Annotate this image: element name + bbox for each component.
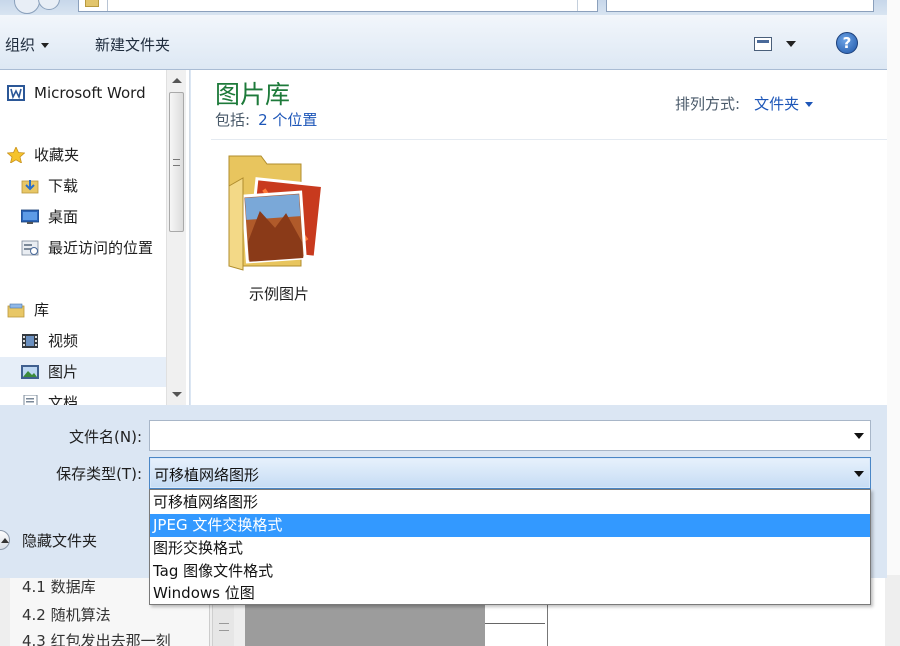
nav-item-recent-places[interactable]: 最近访问的位置	[0, 233, 166, 263]
chevron-down-icon[interactable]	[854, 433, 864, 439]
background-list-item[interactable]: 4.2 随机算法	[22, 603, 111, 627]
nav-item-libraries[interactable]: 库	[0, 295, 166, 325]
nav-item-label: 文档	[48, 394, 79, 405]
address-bar-strip	[0, 0, 887, 15]
arrange-label: 排列方式:	[675, 95, 741, 113]
nav-item-label: 最近访问的位置	[48, 239, 154, 257]
nav-item-videos[interactable]: 视频	[0, 326, 166, 356]
save-type-label: 保存类型(T):	[56, 465, 142, 483]
organize-label: 组织	[5, 36, 36, 54]
nav-item-label: 下载	[48, 177, 79, 195]
nav-item-downloads[interactable]: 下载	[0, 171, 166, 201]
chevron-down-icon	[805, 102, 814, 107]
nav-item-desktop[interactable]: 桌面	[0, 202, 166, 232]
library-icon	[7, 303, 25, 318]
nav-item-label: Microsoft Word	[34, 84, 146, 102]
nav-item-label: 桌面	[48, 208, 79, 226]
save-type-select[interactable]: 可移植网络图形	[149, 457, 871, 489]
filename-label: 文件名(N):	[69, 428, 142, 446]
back-button[interactable]	[14, 0, 40, 14]
search-input[interactable]	[606, 0, 874, 12]
save-type-value: 可移植网络图形	[154, 466, 260, 484]
command-bar: 组织 新建文件夹 ?	[0, 15, 887, 70]
folder-with-photos-icon	[228, 155, 325, 271]
star-icon	[7, 147, 25, 163]
forward-button[interactable]	[38, 0, 60, 10]
includes-label: 包括:	[215, 111, 251, 129]
arrange-by: 排列方式: 文件夹	[675, 93, 814, 114]
nav-item-pictures[interactable]: 图片	[0, 357, 166, 387]
sample-pictures-folder[interactable]: 示例图片	[219, 148, 339, 308]
new-folder-button[interactable]: 新建文件夹	[95, 34, 170, 55]
video-icon	[22, 334, 38, 348]
chevron-down-icon[interactable]	[854, 471, 864, 477]
nav-item-label: 库	[34, 301, 50, 319]
folder-name: 示例图片	[248, 285, 309, 303]
save-type-dropdown-list: 可移植网络图形 JPEG 文件交换格式 图形交换格式 Tag 图像文件格式 Wi…	[149, 489, 871, 605]
library-includes: 包括: 2 个位置	[215, 109, 317, 130]
background-list-item[interactable]: 4.1 数据库	[22, 575, 96, 599]
collapse-arrow-icon	[0, 530, 10, 550]
content-divider	[211, 139, 887, 140]
dropdown-option-png[interactable]: 可移植网络图形	[150, 491, 870, 514]
pictures-icon	[21, 365, 39, 379]
download-folder-icon	[21, 180, 39, 194]
view-options-dropdown[interactable]	[786, 41, 796, 47]
arrange-value: 文件夹	[754, 95, 800, 113]
dropdown-option-jpeg[interactable]: JPEG 文件交换格式	[150, 514, 870, 537]
dropdown-option-tiff[interactable]: Tag 图像文件格式	[150, 560, 870, 583]
scroll-down-arrow-icon[interactable]	[172, 392, 182, 397]
organize-button[interactable]: 组织	[5, 34, 50, 55]
navigation-pane: Microsoft Word 收藏夹 下载 桌面 最近访问的位置 库 视频 图片…	[0, 70, 190, 405]
address-dropdown-button[interactable]	[577, 0, 597, 11]
nav-pane-scrollbar[interactable]	[166, 70, 186, 405]
recent-places-icon	[21, 240, 39, 256]
desktop-icon	[21, 209, 39, 224]
help-button[interactable]: ?	[836, 32, 858, 54]
folder-icon	[85, 0, 99, 7]
library-locations-link[interactable]: 2 个位置	[258, 111, 317, 129]
change-view-icon[interactable]	[754, 37, 772, 51]
dropdown-option-bmp[interactable]: Windows 位图	[150, 582, 870, 605]
nav-item-label: 图片	[48, 363, 79, 381]
nav-item-label: 视频	[48, 332, 79, 350]
nav-item-documents[interactable]: 文档	[0, 388, 166, 405]
nav-item-favorites[interactable]: 收藏夹	[0, 140, 166, 170]
hide-folders-label: 隐藏文件夹	[22, 532, 98, 550]
arrange-by-dropdown[interactable]: 文件夹	[754, 95, 814, 113]
word-icon	[7, 85, 25, 101]
chevron-down-icon	[41, 43, 50, 48]
nav-item-microsoft-word[interactable]: Microsoft Word	[0, 78, 166, 108]
background-list-item[interactable]: 4.3 红包发出去那一刻	[22, 629, 171, 646]
dropdown-option-gif[interactable]: 图形交换格式	[150, 537, 870, 560]
scrollbar-thumb[interactable]	[169, 92, 184, 232]
scroll-up-arrow-icon[interactable]	[172, 78, 182, 83]
file-list-pane: 图片库 包括: 2 个位置 排列方式: 文件夹 示例图片	[191, 70, 887, 405]
nav-item-label: 收藏夹	[34, 146, 80, 164]
address-bar[interactable]	[78, 0, 598, 12]
library-title: 图片库	[215, 80, 291, 109]
filename-input[interactable]	[149, 420, 871, 451]
documents-icon	[23, 395, 38, 405]
